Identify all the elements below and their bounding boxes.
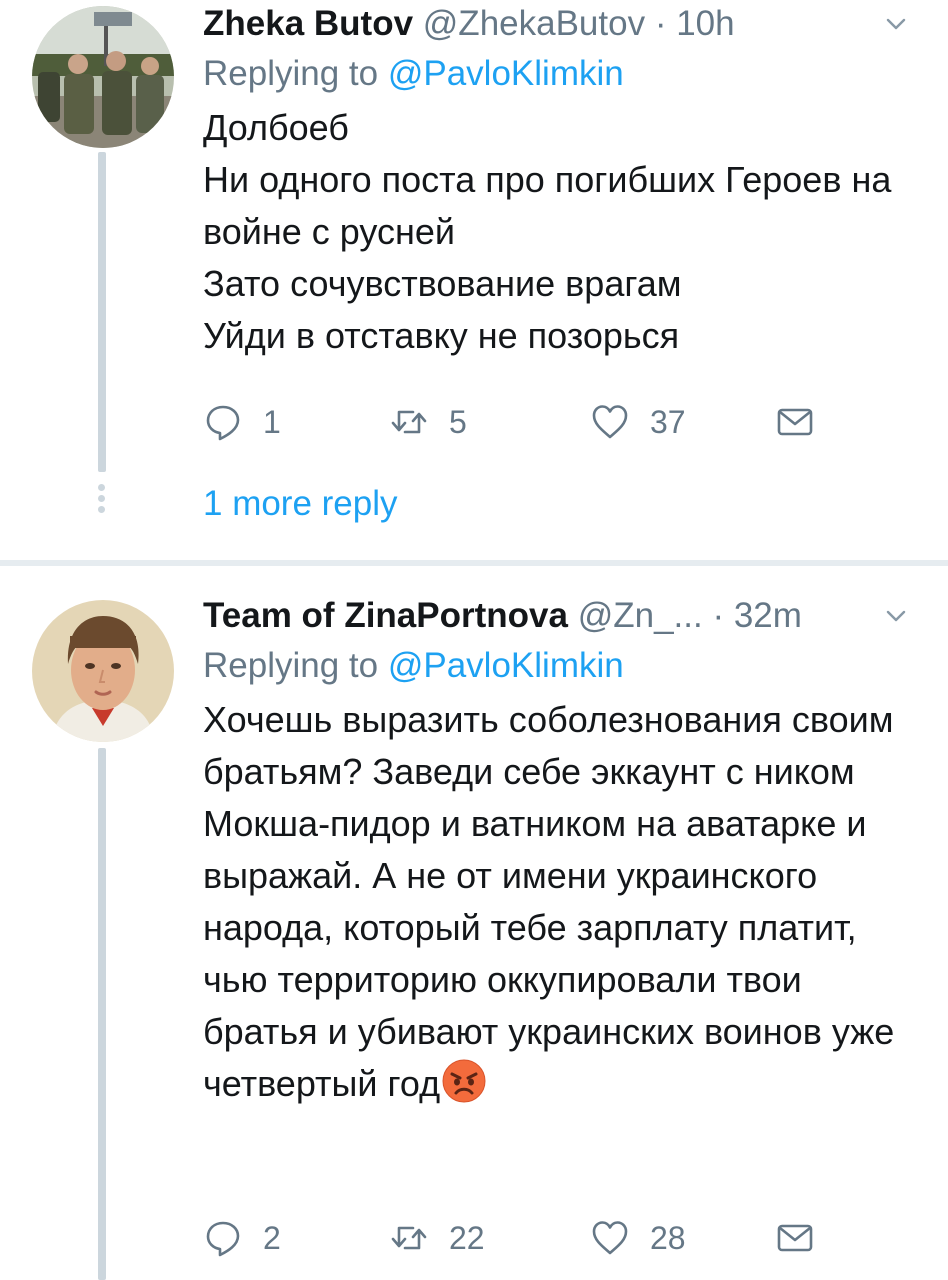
separator: · (712, 596, 725, 635)
like-icon (592, 405, 628, 439)
reply-button[interactable]: 1 (203, 396, 281, 448)
like-count: 37 (650, 403, 686, 440)
avatar[interactable] (32, 6, 174, 148)
like-icon (592, 1221, 628, 1255)
tweet-text-content: Хочешь выразить соболезнования своим бра… (203, 699, 905, 1104)
chevron-down-icon[interactable] (884, 12, 908, 36)
soldiers-avatar-image (32, 6, 174, 148)
direct-message-icon (777, 1224, 813, 1252)
chevron-down-icon[interactable] (884, 604, 908, 628)
retweet-count: 22 (449, 1219, 485, 1256)
replying-to: Replying to @PavloKlimkin (203, 48, 914, 100)
timestamp[interactable]: 32m (734, 596, 802, 635)
direct-message-button[interactable] (775, 1212, 815, 1264)
mention-link[interactable]: @PavloKlimkin (388, 54, 624, 93)
like-button[interactable]: 28 (590, 1212, 686, 1264)
display-name[interactable]: Team of ZinaPortnova (203, 596, 568, 635)
user-handle[interactable]: @ZhekaButov (423, 4, 645, 43)
tweet-text: Хочешь выразить соболезнования своим бра… (203, 694, 914, 1110)
separator: · (654, 4, 667, 43)
like-count: 28 (650, 1219, 686, 1256)
tweet[interactable]: Team of ZinaPortnova @Zn_... · 32m Reply… (0, 566, 948, 1280)
direct-message-icon (777, 408, 813, 436)
display-name[interactable]: Zheka Butov (203, 4, 413, 43)
mention-link[interactable]: @PavloKlimkin (388, 646, 624, 685)
tweet-header: Team of ZinaPortnova @Zn_... · 32m (203, 592, 914, 640)
retweet-button[interactable]: 22 (389, 1212, 485, 1264)
tweet-actions: 2 22 28 (203, 1212, 843, 1264)
retweet-icon (391, 410, 427, 434)
reply-button[interactable]: 2 (203, 1212, 281, 1264)
replying-to-label: Replying to (203, 646, 379, 685)
replying-to-label: Replying to (203, 54, 379, 93)
tweet[interactable]: Zheka Butov @ZhekaButov · 10h Replying t… (0, 0, 948, 560)
tweet-header: Zheka Butov @ZhekaButov · 10h (203, 0, 914, 48)
like-button[interactable]: 37 (590, 396, 686, 448)
tweet-text: Долбоеб Ни одного поста про погибших Гер… (203, 107, 892, 356)
replying-to: Replying to @PavloKlimkin (203, 640, 914, 692)
portrait-avatar-image (32, 600, 174, 742)
avatar[interactable] (32, 600, 174, 742)
thread-dots (98, 484, 106, 517)
direct-message-button[interactable] (775, 396, 815, 448)
thread-line (98, 748, 106, 1280)
reply-count: 1 (263, 403, 281, 440)
retweet-count: 5 (449, 403, 467, 440)
timestamp[interactable]: 10h (676, 4, 734, 43)
angry-face-emoji (442, 1059, 486, 1103)
reply-icon (206, 405, 240, 441)
reply-icon (206, 1221, 240, 1257)
thread-line (98, 152, 106, 472)
reply-count: 2 (263, 1219, 281, 1256)
tweet-actions: 1 5 37 (203, 396, 843, 448)
more-replies-link[interactable]: 1 more reply (203, 478, 398, 530)
user-handle[interactable]: @Zn_... (578, 596, 703, 635)
retweet-icon (391, 1226, 427, 1250)
retweet-button[interactable]: 5 (389, 396, 467, 448)
